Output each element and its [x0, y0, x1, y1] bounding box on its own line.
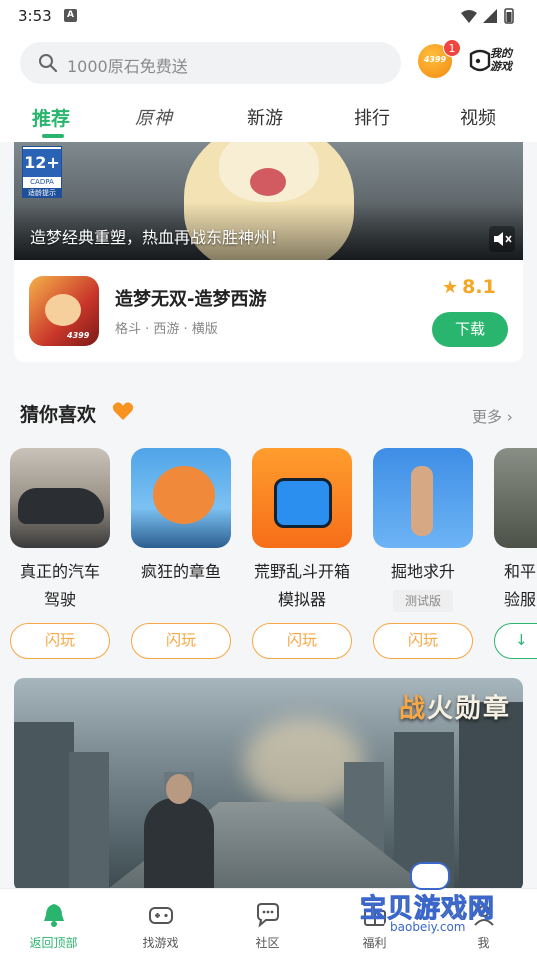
signal-icon — [483, 9, 497, 23]
chat-icon — [257, 903, 279, 928]
test-version-tag: 测试版 — [393, 590, 453, 612]
top-tabs: 推荐 原神 新游 排行 视频 — [0, 98, 537, 138]
featured-app-row[interactable]: 4399 造梦无双-造梦西游 格斗 · 西游 · 横版 ★ 8.1 下载 — [14, 260, 523, 362]
age-rating-number: 12+ — [23, 149, 61, 177]
tab-genshin[interactable]: 原神 — [135, 104, 173, 130]
app-rating: ★ 8.1 — [442, 276, 496, 298]
game-card[interactable]: 和平验服 ↓ — [490, 448, 537, 663]
rating-value: 8.1 — [462, 276, 496, 298]
section-title: 猜你喜欢 — [20, 404, 97, 426]
my-games-button[interactable]: 我的游戏 — [468, 44, 520, 78]
age-rating-tip: 适龄提示 — [23, 188, 61, 198]
search-placeholder: 1000原石免费送 — [67, 57, 188, 76]
climber-shape — [411, 466, 433, 536]
age-rating-org: CADPA — [30, 178, 54, 186]
status-icons — [461, 8, 514, 24]
nav-label: 返回顶部 — [29, 936, 78, 950]
nav-label: 社区 — [255, 936, 280, 950]
mute-icon[interactable] — [489, 226, 515, 252]
featured-game-card[interactable]: 12+ CADPA 适龄提示 造梦经典重塑，热血再战东胜神州！ 4399 造梦无… — [14, 142, 523, 362]
game-card[interactable]: 荒野乱斗开箱模拟器 闪玩 — [248, 448, 356, 663]
status-bar: 3:53 A — [0, 0, 537, 32]
game-card[interactable]: 真正的汽车驾驶 闪玩 — [6, 448, 114, 663]
app-icon-art — [45, 294, 81, 326]
game-thumbnail[interactable] — [494, 448, 537, 548]
app-icon[interactable]: 4399 — [29, 276, 99, 346]
quick-play-button[interactable]: 闪玩 — [131, 623, 231, 659]
heart-icon — [112, 402, 134, 420]
banner-title-highlight: 战 — [398, 694, 427, 724]
game-thumbnail[interactable] — [252, 448, 352, 548]
star-icon: ★ — [442, 277, 459, 298]
tab-video[interactable]: 视频 — [460, 104, 496, 130]
tab-recommend[interactable]: 推荐 — [32, 104, 70, 131]
octopus-shape — [153, 466, 215, 524]
more-link[interactable]: 更多 › — [472, 406, 513, 427]
game-name: 疯狂的章鱼 — [140, 562, 221, 581]
my-games-label: 我的游戏 — [490, 47, 512, 73]
app-header: 1000原石免费送 4399 1 我的游戏 推荐 原神 新游 排行 视频 — [0, 32, 537, 142]
tab-ranking[interactable]: 排行 — [354, 104, 390, 130]
more-label: 更多 — [472, 408, 503, 426]
game-name: 真正的汽车驾驶 — [19, 562, 100, 609]
quick-play-button[interactable]: 闪玩 — [373, 623, 473, 659]
video-caption: 造梦经典重塑，热血再战东胜神州！ — [30, 228, 287, 247]
game-name: 荒野乱斗开箱模拟器 — [254, 562, 351, 609]
video-mascot-mouth — [250, 168, 286, 196]
nav-community[interactable]: 社区 — [214, 889, 321, 956]
banner-soldier — [144, 798, 214, 892]
game-thumbnail[interactable] — [373, 448, 473, 548]
age-rating-badge: 12+ CADPA 适龄提示 — [22, 146, 62, 198]
banner-title: 战火勋章 — [399, 688, 511, 725]
app-icon-mark: 4399 — [67, 331, 90, 340]
game-name: 掘地求升 — [390, 562, 455, 581]
download-button[interactable]: ↓ — [494, 623, 537, 659]
car-shape — [18, 488, 104, 524]
quick-play-button[interactable]: 闪玩 — [10, 623, 110, 659]
message-center-button[interactable]: 4399 1 — [418, 39, 461, 78]
quick-play-button[interactable]: 闪玩 — [252, 623, 352, 659]
nav-label: 找游戏 — [142, 936, 179, 950]
banner-building — [14, 722, 74, 892]
box-shape — [274, 478, 332, 528]
app-tags: 格斗 · 西游 · 横版 — [115, 322, 218, 337]
app-name: 造梦无双-造梦西游 — [115, 289, 267, 310]
game-card[interactable]: 疯狂的章鱼 闪玩 — [127, 448, 235, 663]
banner-soldier-head — [166, 774, 192, 804]
download-button[interactable]: 下载 — [432, 312, 508, 347]
game-list: 真正的汽车驾驶 闪玩 疯狂的章鱼 闪玩 荒野乱斗开箱模拟器 闪玩 掘地求升 测试… — [0, 448, 537, 663]
game-card[interactable]: 掘地求升 测试版 闪玩 — [369, 448, 477, 663]
banner-building — [69, 752, 109, 892]
notification-badge: 1 — [443, 39, 461, 57]
notification-a-icon: A — [64, 9, 77, 22]
watermark-gamepad-icon — [410, 862, 450, 890]
game-name: 和平验服 — [504, 562, 537, 609]
nav-find-games[interactable]: 找游戏 — [107, 889, 214, 956]
watermark-url: baobeiy.com — [384, 920, 472, 934]
game-thumbnail[interactable] — [131, 448, 231, 548]
search-bar[interactable]: 1000原石免费送 — [20, 42, 401, 84]
chevron-right-icon: › — [506, 408, 513, 426]
active-tab-indicator — [42, 134, 64, 138]
search-icon — [39, 54, 58, 73]
banner-title-rest: 火勋章 — [426, 694, 511, 724]
status-time: 3:53 — [18, 7, 52, 25]
nav-back-to-top[interactable]: 返回顶部 — [0, 889, 107, 956]
watermark: 宝贝游戏网 baobeiy.com — [359, 860, 510, 940]
game-thumbnail[interactable] — [10, 448, 110, 548]
brand-logo-text: 4399 — [423, 55, 447, 64]
gamepad-icon — [149, 907, 173, 924]
wifi-icon — [461, 10, 477, 23]
gamepad-icon — [469, 49, 491, 72]
bell-icon — [44, 904, 64, 927]
tab-new-games[interactable]: 新游 — [247, 104, 283, 130]
featured-video[interactable]: 12+ CADPA 适龄提示 造梦经典重塑，热血再战东胜神州！ — [14, 142, 523, 260]
